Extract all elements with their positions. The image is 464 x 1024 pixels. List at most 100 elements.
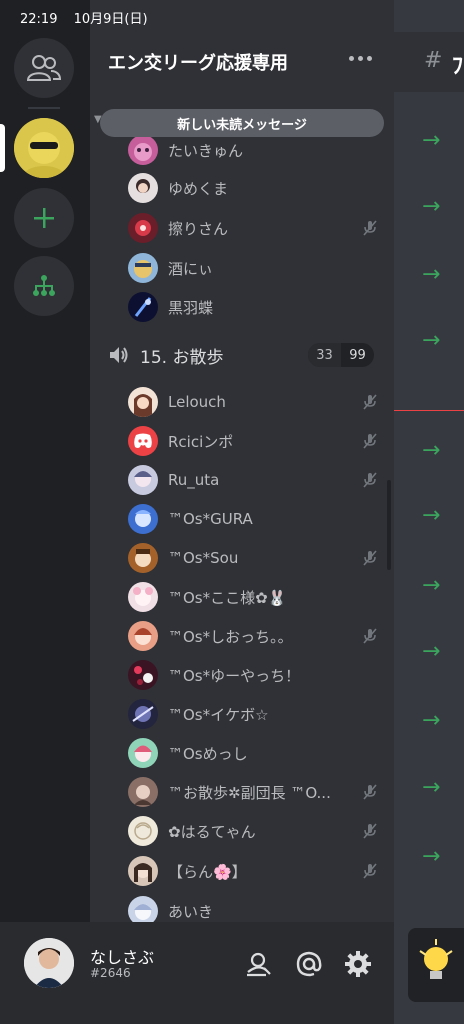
- avatar: [128, 896, 158, 922]
- rail-divider: [28, 107, 60, 109]
- muted-mic-icon: [363, 220, 377, 236]
- member-row[interactable]: ™Osめっし: [128, 737, 378, 769]
- member-row[interactable]: 酒にぃ: [128, 252, 378, 284]
- member-name: ™Os*GURA: [168, 510, 253, 528]
- friends-icon: [27, 55, 61, 81]
- voice-user-count-badge: 33 99: [308, 343, 374, 367]
- more-options-icon[interactable]: [349, 56, 372, 61]
- member-row[interactable]: ™お散歩✲副団長 ™O...: [128, 776, 378, 808]
- member-row[interactable]: Ru_uta: [128, 464, 378, 496]
- member-row[interactable]: ™Os*ここ様✿🐰: [128, 581, 378, 613]
- member-name: たいきゅん: [168, 141, 244, 160]
- settings-gear-icon[interactable]: [344, 950, 372, 978]
- chevron-down-icon[interactable]: ▼: [94, 114, 102, 125]
- username: なしさぶ: [90, 948, 155, 967]
- screen: 22:19 10月9日(日) エン交リーグ応援専用 ▼ 新しい未読メッセージ た…: [0, 0, 464, 1024]
- plus-icon: [34, 208, 54, 228]
- member-name: 擦りさん: [168, 219, 229, 238]
- member-row[interactable]: Rciciンポ: [128, 425, 378, 457]
- avatar: [128, 213, 158, 243]
- member-row[interactable]: ™Os*しおっち。。: [128, 620, 378, 652]
- muted-mic-icon: [363, 863, 377, 879]
- avatar: [128, 387, 158, 417]
- user-avatar[interactable]: [24, 938, 74, 988]
- member-name: Ru_uta: [168, 471, 220, 489]
- member-name: 酒にぃ: [168, 259, 214, 278]
- wave-sticker-prompt[interactable]: [408, 928, 464, 1002]
- join-arrow-icon: →: [422, 194, 441, 219]
- direct-messages-button[interactable]: [14, 38, 74, 98]
- join-arrow-icon: →: [422, 775, 441, 800]
- member-name: Lelouch: [168, 393, 226, 411]
- member-name: ™Os*ゆーやっち！: [168, 666, 301, 685]
- server-avatar-image: [14, 118, 74, 178]
- avatar: [128, 582, 158, 612]
- avatar: [128, 465, 158, 495]
- avatar: [128, 253, 158, 283]
- user-discriminator: #2646: [90, 966, 131, 980]
- member-row[interactable]: 黒羽蝶: [128, 291, 378, 323]
- voice-user-count: 33: [308, 343, 341, 367]
- member-row[interactable]: ™Os*イケボ☆: [128, 698, 378, 730]
- avatar: [128, 738, 158, 768]
- voice-channel-row[interactable]: 15. お散歩 33 99: [108, 340, 384, 370]
- explore-servers-button[interactable]: [14, 256, 74, 316]
- join-arrow-icon: →: [422, 262, 441, 287]
- avatar: [128, 777, 158, 807]
- avatar: [128, 543, 158, 573]
- chat-panel-peek[interactable]: # ﾌ → → → → → → → → → → →: [394, 0, 464, 1024]
- member-row[interactable]: ™Os*Sou: [128, 542, 378, 574]
- server-header[interactable]: エン交リーグ応援専用: [90, 32, 394, 92]
- new-unread-messages-banner[interactable]: 新しい未読メッセージ: [100, 109, 384, 137]
- avatar: [128, 173, 158, 203]
- avatar: [128, 135, 158, 165]
- join-arrow-icon: →: [422, 128, 441, 153]
- member-row[interactable]: ゆめくま: [128, 172, 378, 204]
- search-members-icon[interactable]: [244, 950, 272, 978]
- member-name: 黒羽蝶: [168, 298, 214, 317]
- selected-server-indicator: [0, 124, 5, 172]
- member-name: ✿はるてゃん: [168, 822, 256, 841]
- chat-channel-name-partial: ﾌ: [452, 54, 464, 79]
- join-arrow-icon: →: [422, 639, 441, 664]
- mentions-icon[interactable]: [295, 950, 323, 978]
- channel-list-panel: エン交リーグ応援専用 ▼ 新しい未読メッセージ たいきゅん ゆめくま 擦りさん: [90, 0, 394, 922]
- member-row[interactable]: 【らん🌸】: [128, 855, 378, 887]
- member-name: ™Os*しおっち。。: [168, 627, 293, 646]
- member-name: Rciciンポ: [168, 432, 234, 451]
- member-row[interactable]: ™Os*GURA: [128, 503, 378, 535]
- voice-channel-name: 15. お散歩: [140, 347, 224, 368]
- avatar: [128, 816, 158, 846]
- avatar: [128, 426, 158, 456]
- status-date: 10月9日(日): [73, 12, 148, 27]
- new-messages-divider: [394, 410, 464, 411]
- join-arrow-icon: →: [422, 438, 441, 463]
- status-time: 22:19: [20, 12, 58, 27]
- member-row[interactable]: Lelouch: [128, 386, 378, 418]
- member-row[interactable]: 擦りさん: [128, 212, 378, 244]
- user-panel: なしさぶ #2646: [0, 922, 394, 1024]
- member-row[interactable]: ✿はるてゃん: [128, 815, 378, 847]
- member-row[interactable]: ™Os*ゆーやっち！: [128, 659, 378, 691]
- muted-mic-icon: [363, 394, 377, 410]
- join-arrow-icon: →: [422, 503, 441, 528]
- muted-mic-icon: [363, 784, 377, 800]
- muted-mic-icon: [363, 433, 377, 449]
- member-name: ™Os*ここ様✿🐰: [168, 588, 287, 607]
- join-arrow-icon: →: [422, 573, 441, 598]
- muted-mic-icon: [363, 628, 377, 644]
- server-icon-current[interactable]: [14, 118, 74, 178]
- hash-channel-icon: #: [424, 48, 443, 73]
- join-arrow-icon: →: [422, 328, 441, 353]
- avatar: [128, 504, 158, 534]
- member-name: ™お散歩✲副団長 ™O...: [168, 783, 331, 802]
- member-name: あいき: [168, 902, 214, 921]
- scrollbar[interactable]: [387, 480, 391, 570]
- member-row[interactable]: あいき: [128, 895, 378, 922]
- muted-mic-icon: [363, 472, 377, 488]
- member-name: 【らん🌸】: [168, 862, 247, 881]
- member-name: ゆめくま: [168, 179, 229, 198]
- member-name: ™Os*Sou: [168, 549, 239, 567]
- member-row[interactable]: たいきゅん: [128, 134, 378, 166]
- add-server-button[interactable]: [14, 188, 74, 248]
